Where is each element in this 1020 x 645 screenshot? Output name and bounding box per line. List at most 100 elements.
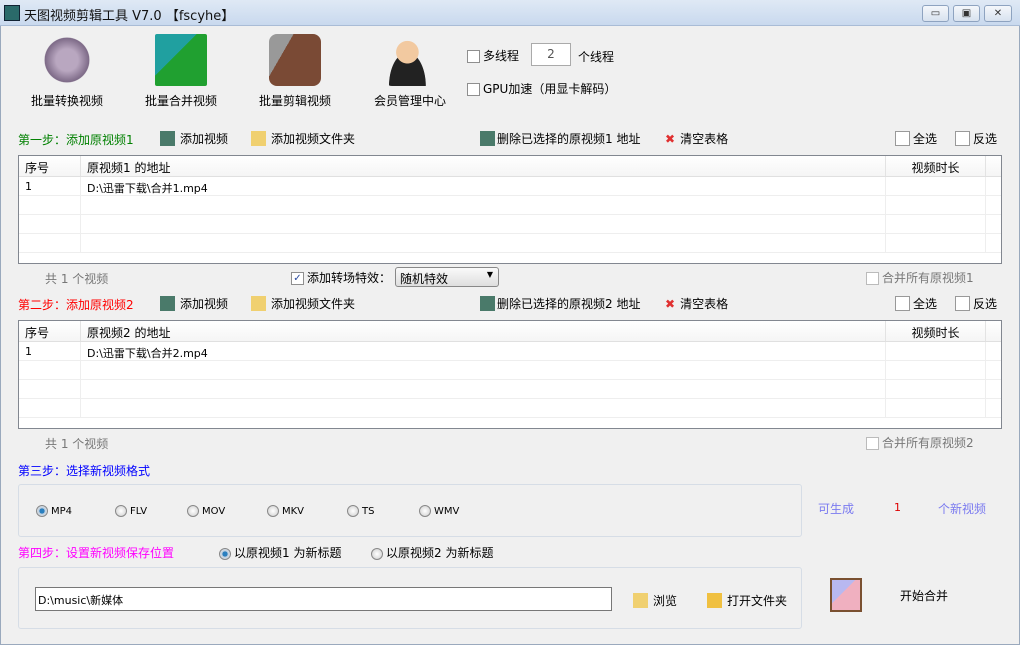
film-add-icon (160, 296, 175, 311)
step2-title: 第二步：添加原视频2 (18, 298, 134, 312)
document-icon (895, 296, 910, 311)
minimize-button[interactable]: ▭ (922, 5, 949, 22)
add-folder-label: 添加视频文件夹 (271, 132, 356, 146)
step4-title: 第四步：设置新视频保存位置 (18, 546, 175, 560)
merge-all-2-label: 合并所有原视频2 (882, 436, 974, 450)
merge-all-1-label: 合并所有原视频1 (882, 271, 974, 285)
title-from-video1-radio[interactable]: 以原视频1 为新标题 (219, 544, 341, 561)
delete-selected-button-1[interactable]: 删除已选择的原视频1 地址 (480, 130, 640, 147)
format-label: WMV (434, 505, 460, 517)
add-folder-label: 添加视频文件夹 (271, 297, 356, 311)
document-icon (895, 131, 910, 146)
clear-label: 清空表格 (680, 132, 729, 146)
start-merge-button[interactable]: 开始合并 (900, 587, 948, 604)
x-icon: ✖ (665, 296, 676, 311)
col-path[interactable]: 原视频2 的地址 (81, 321, 886, 341)
col-duration[interactable]: 视频时长 (886, 321, 986, 341)
video1-table[interactable]: 序号 原视频1 的地址 视频时长 1 D:\迅雷下载\合并1.mp4 (18, 155, 1002, 264)
add-folder-button-1[interactable]: 添加视频文件夹 (251, 130, 355, 147)
video2-table[interactable]: 序号 原视频2 的地址 视频时长 1 D:\迅雷下载\合并2.mp4 (18, 320, 1002, 429)
delete-selected-label: 删除已选择的原视频2 地址 (497, 297, 641, 311)
chevron-down-icon: ▼ (486, 270, 493, 279)
row-path: D:\迅雷下载\合并1.mp4 (81, 177, 886, 195)
batch-convert-label: 批量转换视频 (30, 94, 103, 108)
save-path-input[interactable]: D:\music\新媒体 (35, 587, 612, 611)
select-all-button-1[interactable]: 全选 (895, 130, 937, 147)
users-icon (384, 34, 436, 86)
delete-selected-button-2[interactable]: 删除已选择的原视频2 地址 (480, 295, 640, 312)
member-center-button[interactable]: 会员管理中心 (360, 34, 460, 109)
folder-add-icon (251, 296, 266, 311)
batch-cut-button[interactable]: 批量剪辑视频 (245, 34, 345, 109)
film-delete-icon (480, 131, 495, 146)
document-icon (955, 131, 970, 146)
multithread-checkbox[interactable]: 多线程 (467, 47, 519, 64)
merge-all-2-checkbox[interactable]: 合并所有原视频2 (866, 434, 974, 451)
title-option-label: 以原视频1 为新标题 (234, 546, 342, 560)
col-path[interactable]: 原视频1 的地址 (81, 156, 886, 176)
app-icon (4, 5, 20, 21)
select-all-button-2[interactable]: 全选 (895, 295, 937, 312)
col-duration[interactable]: 视频时长 (886, 156, 986, 176)
row-path: D:\迅雷下载\合并2.mp4 (81, 342, 886, 360)
invert-button-2[interactable]: 反选 (955, 295, 997, 312)
clear-table-button-1[interactable]: ✖ 清空表格 (665, 130, 728, 147)
row-duration (886, 177, 986, 195)
add-video-button-2[interactable]: 添加视频 (160, 295, 228, 312)
merge-all-1-checkbox[interactable]: 合并所有原视频1 (866, 269, 974, 286)
format-radio-mp4[interactable]: MP4 (36, 505, 72, 517)
video1-count: 共 1 个视频 (45, 272, 109, 286)
folder-search-icon (633, 593, 648, 608)
close-button[interactable]: ✕ (984, 5, 1012, 22)
batch-cut-label: 批量剪辑视频 (258, 94, 331, 108)
table-row[interactable]: 1 D:\迅雷下载\合并2.mp4 (19, 342, 1001, 361)
format-radio-mov[interactable]: MOV (187, 505, 225, 517)
merge-film-icon (830, 578, 862, 612)
clear-label: 清空表格 (680, 297, 729, 311)
thread-count-input[interactable]: 2 (531, 43, 571, 66)
table-row[interactable]: 1 D:\迅雷下载\合并1.mp4 (19, 177, 1001, 196)
format-radio-flv[interactable]: FLV (115, 505, 147, 517)
select-all-label: 全选 (913, 132, 938, 146)
film-strip-green-icon (155, 34, 207, 86)
delete-selected-label: 删除已选择的原视频1 地址 (497, 132, 641, 146)
title-option-label: 以原视频2 为新标题 (386, 546, 494, 560)
add-video-label: 添加视频 (180, 297, 229, 311)
invert-button-1[interactable]: 反选 (955, 130, 997, 147)
batch-merge-label: 批量合并视频 (144, 94, 217, 108)
folder-add-icon (251, 131, 266, 146)
open-folder-label: 打开文件夹 (727, 594, 788, 608)
step3-title: 第三步：选择新视频格式 (18, 464, 151, 478)
video2-count: 共 1 个视频 (45, 437, 109, 451)
add-folder-button-2[interactable]: 添加视频文件夹 (251, 295, 355, 312)
gpu-checkbox[interactable]: GPU加速（用显卡解码） (467, 80, 616, 97)
transition-select[interactable]: 随机特效 ▼ (395, 267, 499, 287)
clear-table-button-2[interactable]: ✖ 清空表格 (665, 295, 728, 312)
open-folder-button[interactable]: 打开文件夹 (707, 592, 787, 609)
invert-label: 反选 (973, 297, 998, 311)
batch-merge-button[interactable]: 批量合并视频 (131, 34, 231, 109)
format-radio-mkv[interactable]: MKV (267, 505, 304, 517)
format-radio-ts[interactable]: TS (347, 505, 374, 517)
film-add-icon (160, 131, 175, 146)
batch-convert-button[interactable]: 批量转换视频 (17, 34, 117, 109)
format-label: MP4 (51, 505, 73, 517)
restore-button[interactable]: ▣ (953, 5, 980, 22)
folder-icon (707, 593, 722, 608)
gpu-label: GPU加速（用显卡解码） (483, 82, 617, 96)
transition-checkbox[interactable]: ✓ 添加转场特效： (291, 269, 391, 286)
title-bar: 天图视频剪辑工具 V7.0 【fscyhe】 ▭ ▣ ✕ (0, 0, 1020, 26)
multithread-label: 多线程 (483, 49, 520, 63)
format-radio-wmv[interactable]: WMV (419, 505, 459, 517)
document-icon (955, 296, 970, 311)
col-index[interactable]: 序号 (19, 156, 81, 176)
new-video-count: 1 (894, 501, 901, 514)
browse-button[interactable]: 浏览 (633, 592, 677, 609)
thread-unit-label: 个线程 (578, 50, 615, 64)
transition-label: 添加转场特效： (307, 271, 392, 285)
format-label: MKV (282, 505, 305, 517)
add-video-label: 添加视频 (180, 132, 229, 146)
title-from-video2-radio[interactable]: 以原视频2 为新标题 (371, 544, 493, 561)
add-video-button-1[interactable]: 添加视频 (160, 130, 228, 147)
col-index[interactable]: 序号 (19, 321, 81, 341)
